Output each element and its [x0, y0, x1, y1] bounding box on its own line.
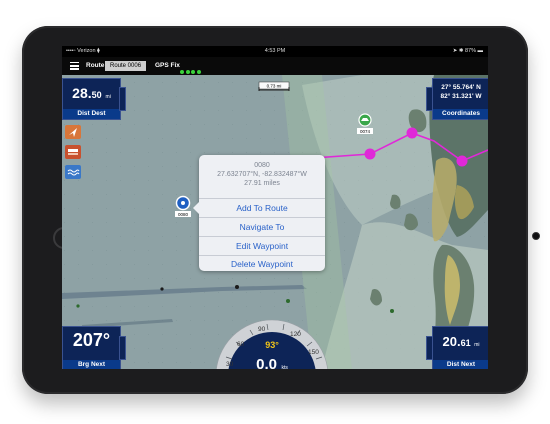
speed-decimal: 0: [268, 356, 277, 369]
heading-readout: 93°: [265, 340, 279, 350]
waypoint-label: 0080: [178, 212, 189, 217]
route-point[interactable]: [364, 148, 376, 160]
layers-icon: [68, 149, 78, 155]
chart-layers-button[interactable]: [65, 145, 81, 159]
route-point[interactable]: [406, 127, 418, 139]
dist-dest-unit: mi: [105, 94, 111, 100]
route-selector[interactable]: Route 0006: [105, 61, 147, 71]
speed-readout: 0.0 kts: [212, 356, 332, 369]
panel-tab[interactable]: [426, 87, 433, 111]
waypoint-coordinates: 27.632707°N, -82.832487°W: [217, 171, 307, 178]
hamburger-menu-icon[interactable]: [70, 62, 79, 70]
brg-next-value: 207°: [72, 330, 111, 350]
selected-waypoint-marker[interactable]: 0080: [175, 195, 191, 218]
gauge-tick-label: 60: [237, 341, 245, 348]
panel-tab[interactable]: [119, 87, 126, 111]
dist-next-panel[interactable]: 20.61 mi Dist Next: [432, 326, 488, 369]
dist-next-value: 20.: [442, 334, 461, 349]
battery-status: ➤ ✱ 87% ▬: [452, 48, 483, 54]
dist-next-readout: 20.61 mi: [433, 334, 488, 349]
speed-value: 0.: [256, 356, 269, 369]
brg-next-panel[interactable]: 207° Brg Next: [62, 326, 121, 369]
add-to-route-button[interactable]: Add To Route: [199, 198, 325, 217]
scale-bar-label: 0.73 mi: [267, 84, 282, 89]
gauge-tick-label: 120: [290, 331, 301, 338]
waypoint-label: 0074: [360, 129, 371, 134]
location-arrow-icon: [69, 128, 77, 137]
front-camera: [532, 232, 540, 240]
route-point[interactable]: [456, 155, 468, 167]
navigate-arrow-button[interactable]: [65, 125, 81, 139]
edit-waypoint-button[interactable]: Edit Waypoint: [199, 236, 325, 255]
ios-status-bar: ••••◦ Verizon ⧫ 4:53 PM ➤ ✱ 87% ▬: [62, 46, 488, 57]
longitude-value: 82° 31.321' W: [440, 93, 482, 100]
waypoint-distance: 27.91 miles: [244, 180, 280, 187]
dist-next-unit: mi: [474, 342, 480, 348]
dist-next-decimal: 61: [460, 338, 471, 348]
speed-unit: kts: [281, 365, 288, 369]
dist-dest-value: 28.: [72, 85, 92, 101]
waypoint-context-menu: 0080 27.632707°N, -82.832487°W 27.91 mil…: [193, 155, 325, 272]
brg-next-label: Brg Next: [63, 360, 120, 369]
dist-dest-label: Dist Dest: [63, 109, 120, 119]
delete-waypoint-button[interactable]: Delete Waypoint: [199, 255, 325, 272]
gps-fix-label: GPS Fix: [155, 62, 180, 69]
coordinates-panel[interactable]: 27° 55.764' N 82° 31.321' W Coordinates: [432, 78, 488, 120]
latitude-value: 27° 55.764' N: [441, 84, 481, 91]
scale-bar: 0.73 mi: [258, 81, 290, 91]
dist-dest-panel[interactable]: 28.50 mi Dist Dest: [62, 78, 121, 120]
app-screen: ••••◦ Verizon ⧫ 4:53 PM ➤ ✱ 87% ▬ Route:…: [62, 46, 488, 369]
panel-tab[interactable]: [119, 336, 126, 360]
gauge-tick-label: 150: [308, 349, 319, 356]
dist-next-label: Dist Next: [433, 360, 488, 369]
top-toolbar: Route: Route 0006 GPS Fix: [62, 57, 488, 75]
tide-current-button[interactable]: [65, 165, 81, 179]
waypoint-info: 0080 27.632707°N, -82.832487°W 27.91 mil…: [199, 161, 325, 188]
navigate-to-button[interactable]: Navigate To: [199, 217, 325, 236]
route-label: Route:: [86, 62, 107, 69]
panel-tab[interactable]: [426, 336, 433, 360]
waves-icon: [67, 169, 80, 176]
waypoint-id: 0080: [254, 162, 270, 169]
coordinates-label: Coordinates: [433, 109, 488, 119]
dist-dest-readout: 28.50 mi: [63, 85, 120, 101]
gauge-tick-label: 90: [258, 326, 266, 333]
dist-dest-decimal: 50: [91, 90, 102, 100]
status-time: 4:53 PM: [264, 48, 286, 54]
screenshot-stage: ••••◦ Verizon ⧫ 4:53 PM ➤ ✱ 87% ▬ Route:…: [0, 0, 550, 424]
